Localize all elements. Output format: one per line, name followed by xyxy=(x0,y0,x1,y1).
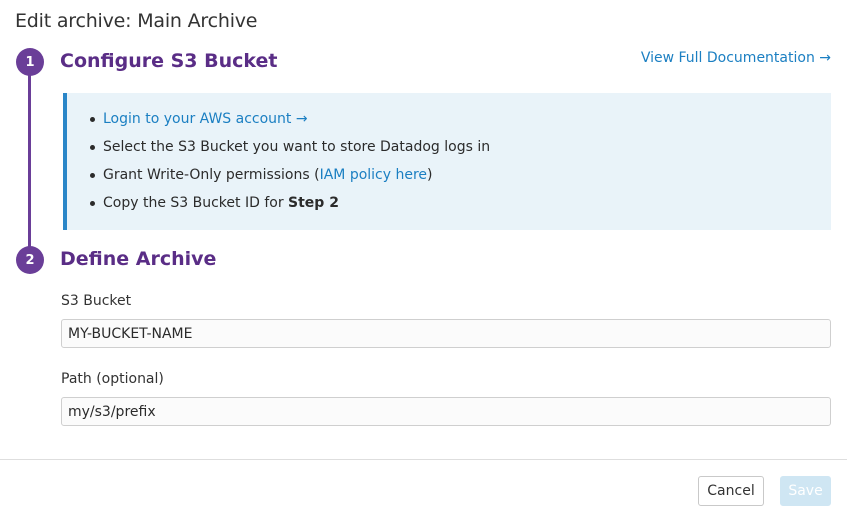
list-item: Select the S3 Bucket you want to store D… xyxy=(90,139,831,167)
s3-bucket-input[interactable] xyxy=(61,319,831,348)
step-1-number: 1 xyxy=(25,54,35,70)
instructions-box: Login to your AWS account → Select the S… xyxy=(63,93,831,230)
step-2-number: 2 xyxy=(25,252,35,268)
dialog-title: Edit archive: Main Archive xyxy=(15,10,258,32)
step-2-reference: Step 2 xyxy=(288,195,339,211)
view-documentation-link[interactable]: View Full Documentation → xyxy=(641,50,831,66)
step-2-badge: 2 xyxy=(16,246,44,274)
grant-permissions-text: Grant Write-Only permissions ( xyxy=(103,167,320,183)
select-bucket-text: Select the S3 Bucket you want to store D… xyxy=(103,139,491,155)
edit-archive-dialog: Edit archive: Main Archive 1 Configure S… xyxy=(0,0,847,519)
step-1-title: Configure S3 Bucket xyxy=(60,50,278,72)
path-input[interactable] xyxy=(61,397,831,426)
step-1-badge: 1 xyxy=(16,48,44,76)
step-connector-line xyxy=(28,74,31,252)
path-label: Path (optional) xyxy=(61,371,164,387)
iam-policy-link[interactable]: IAM policy here xyxy=(320,167,427,183)
instructions-list: Login to your AWS account → Select the S… xyxy=(67,93,831,223)
aws-login-link[interactable]: Login to your AWS account → xyxy=(103,111,308,127)
list-item: Copy the S3 Bucket ID for Step 2 xyxy=(90,195,831,223)
step-2-title: Define Archive xyxy=(60,248,217,270)
cancel-button[interactable]: Cancel xyxy=(698,476,764,506)
grant-permissions-suffix: ) xyxy=(427,167,433,183)
footer-divider xyxy=(0,459,847,460)
list-item: Login to your AWS account → xyxy=(90,111,831,139)
copy-bucket-text: Copy the S3 Bucket ID for xyxy=(103,195,289,211)
s3-bucket-label: S3 Bucket xyxy=(61,293,132,309)
list-item: Grant Write-Only permissions (IAM policy… xyxy=(90,167,831,195)
save-button[interactable]: Save xyxy=(780,476,831,506)
